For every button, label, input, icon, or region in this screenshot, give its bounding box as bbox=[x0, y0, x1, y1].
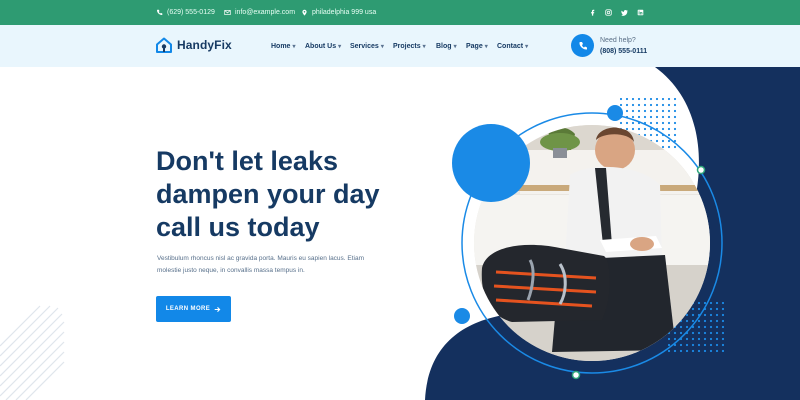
hero-description-line: molestie justo neque, in convallis massa… bbox=[157, 267, 305, 274]
main-header: HandyFix Home ▾ About Us ▾ Services ▾ Proje… bbox=[0, 25, 800, 67]
topbar-email[interactable]: info@example.com bbox=[224, 0, 295, 25]
nav-contact[interactable]: Contact ▾ bbox=[497, 25, 528, 67]
hero-title: Don't let leaks dampen your day call us … bbox=[156, 145, 416, 244]
help-label: Need help? bbox=[600, 37, 636, 44]
nav-page-label: Page bbox=[466, 42, 483, 50]
nav-projects-label: Projects bbox=[393, 42, 421, 50]
phone-icon bbox=[157, 9, 163, 15]
hero-description-line: Vestibulum rhoncus nisl ac gravida porta… bbox=[157, 255, 365, 262]
site-logo[interactable]: HandyFix bbox=[155, 36, 232, 54]
nav-about-us[interactable]: About Us ▾ bbox=[305, 25, 341, 67]
hero-title-line: call us today bbox=[156, 212, 320, 242]
help-call-button[interactable] bbox=[571, 34, 594, 57]
nav-blog-label: Blog bbox=[436, 42, 452, 50]
nav-about-us-label: About Us bbox=[305, 42, 337, 50]
nav-page[interactable]: Page ▾ bbox=[466, 25, 488, 67]
topbar-address: philadelphia 999 usa bbox=[301, 0, 376, 25]
topbar-phone-text: (629) 555-0129 bbox=[167, 9, 215, 16]
linkedin-icon[interactable] bbox=[634, 0, 646, 25]
house-logo-icon bbox=[156, 37, 172, 53]
twitter-icon[interactable] bbox=[618, 0, 630, 25]
chevron-down-icon: ▾ bbox=[525, 43, 529, 50]
logo-text: HandyFix bbox=[177, 38, 232, 52]
help-phone-number[interactable]: (808) 555-0111 bbox=[600, 48, 647, 55]
nav-services[interactable]: Services ▾ bbox=[350, 25, 384, 67]
mail-icon bbox=[224, 10, 231, 15]
facebook-icon[interactable] bbox=[586, 0, 598, 25]
location-pin-icon bbox=[302, 9, 307, 16]
topbar-email-text: info@example.com bbox=[235, 9, 296, 16]
chevron-down-icon: ▾ bbox=[453, 43, 457, 50]
nav-projects[interactable]: Projects ▾ bbox=[393, 25, 426, 67]
hero-title-line: Don't let leaks bbox=[156, 146, 338, 176]
topbar-phone[interactable]: (629) 555-0129 bbox=[156, 0, 215, 25]
chevron-down-icon: ▾ bbox=[484, 43, 488, 50]
learn-more-button[interactable]: LEARN MORE bbox=[156, 296, 231, 322]
chevron-down-icon: ▾ bbox=[292, 43, 296, 50]
nav-services-label: Services bbox=[350, 42, 379, 50]
hero-description: Vestibulum rhoncus nisl ac gravida porta… bbox=[157, 253, 397, 277]
hero-title-line: dampen your day bbox=[156, 179, 380, 209]
chevron-down-icon: ▾ bbox=[338, 43, 342, 50]
chevron-down-icon: ▾ bbox=[422, 43, 426, 50]
nav-home[interactable]: Home ▾ bbox=[271, 25, 295, 67]
arrow-right-icon bbox=[214, 306, 221, 312]
nav-home-label: Home bbox=[271, 42, 291, 50]
nav-contact-label: Contact bbox=[497, 42, 524, 50]
nav-blog[interactable]: Blog ▾ bbox=[436, 25, 457, 67]
phone-icon bbox=[578, 41, 587, 50]
chevron-down-icon: ▾ bbox=[380, 43, 384, 50]
learn-more-label: LEARN MORE bbox=[165, 306, 211, 312]
topbar-address-text: philadelphia 999 usa bbox=[312, 9, 377, 16]
top-bar: (629) 555-0129 info@example.com philadel… bbox=[0, 0, 800, 25]
instagram-icon[interactable] bbox=[602, 0, 614, 25]
